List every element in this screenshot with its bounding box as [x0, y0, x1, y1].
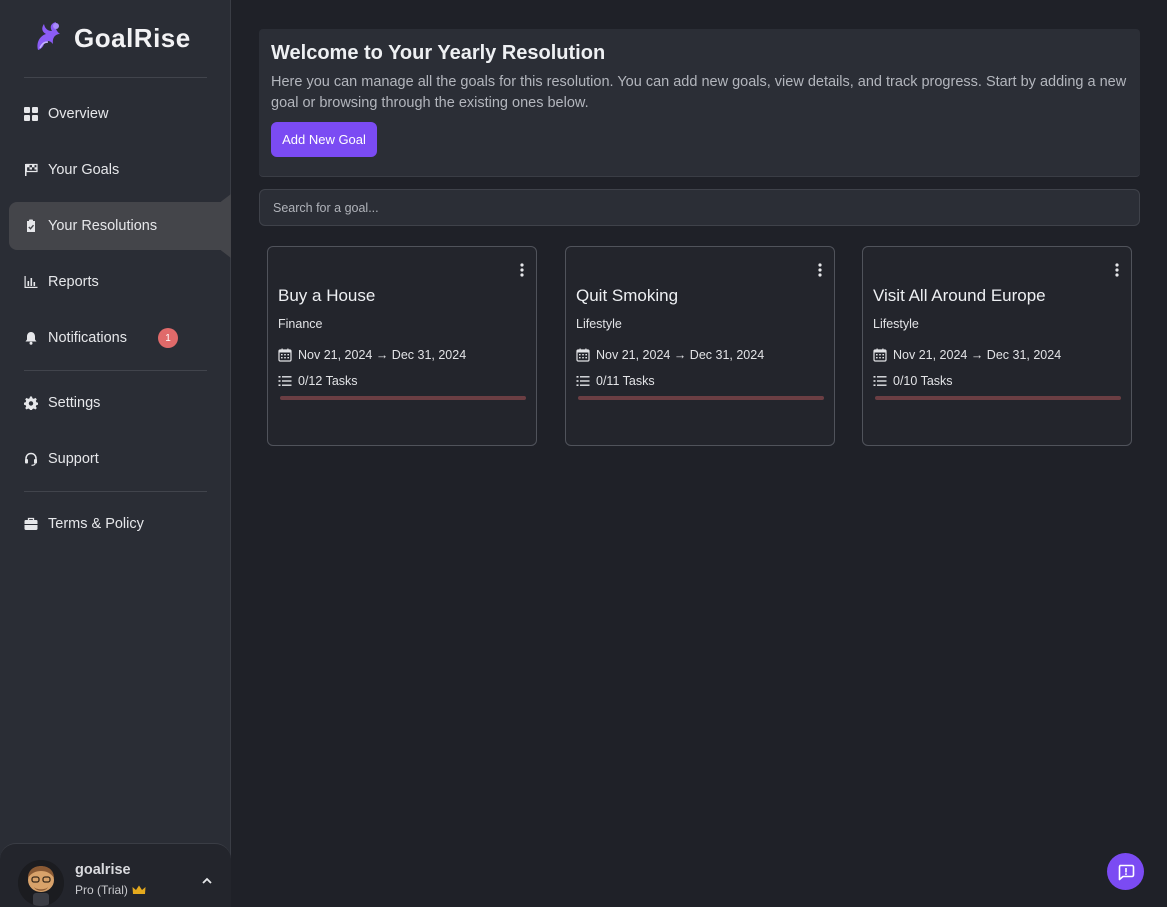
brand-name: GoalRise — [74, 22, 191, 53]
goal-title: Quit Smoking — [576, 286, 679, 305]
sidebar-item-settings[interactable]: Settings — [9, 379, 230, 427]
bell-icon — [23, 330, 39, 346]
flag-icon — [23, 162, 39, 178]
goal-progress-bar — [578, 396, 824, 400]
sidebar-item-your-goals[interactable]: Your Goals — [9, 146, 230, 194]
goal-card[interactable]: Buy a House Finance Nov 21, 2024 → Dec 3… — [267, 246, 537, 446]
goal-category: Lifestyle — [576, 317, 622, 331]
main-content: Welcome to Your Yearly Resolution Here y… — [231, 0, 1167, 907]
clipboard-check-icon — [23, 218, 39, 234]
sidebar-item-label: Notifications — [48, 330, 127, 346]
list-icon — [873, 376, 887, 386]
goal-title: Visit All Around Europe — [873, 286, 1046, 305]
welcome-panel: Welcome to Your Yearly Resolution Here y… — [259, 29, 1140, 177]
list-icon — [576, 376, 590, 386]
grid-icon — [23, 106, 39, 122]
sidebar-item-label: Support — [48, 451, 99, 467]
divider — [24, 491, 207, 492]
user-profile-card[interactable]: goalrise Pro (Trial) — [0, 843, 231, 907]
sidebar-item-label: Terms & Policy — [48, 516, 144, 532]
goal-progress-bar — [280, 396, 526, 400]
goal-title: Buy a House — [278, 286, 376, 305]
sidebar-item-your-resolutions[interactable]: Your Resolutions — [9, 202, 230, 250]
page-title: Welcome to Your Yearly Resolution — [271, 42, 606, 64]
crown-icon — [132, 885, 146, 894]
sidebar-item-notifications[interactable]: Notifications 1 — [9, 314, 230, 362]
divider — [24, 370, 207, 371]
gear-icon — [23, 395, 39, 411]
sidebar: GoalRise Overview Your Goals Your Resolu… — [0, 0, 231, 907]
welcome-description: Here you can manage all the goals for th… — [271, 74, 1127, 111]
sidebar-item-support[interactable]: Support — [9, 435, 230, 483]
list-icon — [278, 376, 292, 386]
goal-dates: Nov 21, 2024 → Dec 31, 2024 — [893, 348, 1062, 362]
goal-dates: Nov 21, 2024 → Dec 31, 2024 — [298, 348, 467, 362]
goal-date-row: Nov 21, 2024 → Dec 31, 2024 — [873, 348, 1061, 362]
goal-tasks-row: 0/12 Tasks — [278, 374, 358, 388]
calendar-icon — [278, 348, 292, 362]
goalrise-logo-icon — [37, 22, 60, 50]
goal-dates: Nov 21, 2024 → Dec 31, 2024 — [596, 348, 765, 362]
goal-card[interactable]: Visit All Around Europe Lifestyle Nov 21… — [862, 246, 1132, 446]
more-options-icon[interactable] — [518, 262, 526, 278]
user-name: goalrise — [75, 862, 131, 878]
user-plan-label: Pro (Trial) — [75, 883, 128, 897]
divider — [24, 77, 207, 78]
chevron-up-icon[interactable] — [200, 874, 214, 888]
goal-category: Lifestyle — [873, 317, 919, 331]
more-options-icon[interactable] — [1113, 262, 1121, 278]
add-new-goal-button[interactable]: Add New Goal — [271, 122, 377, 157]
search-input[interactable] — [259, 189, 1140, 226]
briefcase-icon — [23, 516, 39, 532]
goal-date-row: Nov 21, 2024 → Dec 31, 2024 — [278, 348, 466, 362]
bar-chart-icon — [23, 274, 39, 290]
sidebar-item-terms-policy[interactable]: Terms & Policy — [9, 500, 230, 548]
sidebar-item-reports[interactable]: Reports — [9, 258, 230, 306]
goal-card[interactable]: Quit Smoking Lifestyle Nov 21, 2024 → De… — [565, 246, 835, 446]
sidebar-item-label: Reports — [48, 274, 99, 290]
sidebar-item-label: Your Resolutions — [48, 218, 158, 234]
calendar-icon — [873, 348, 887, 362]
goal-tasks: 0/11 Tasks — [596, 374, 655, 388]
avatar — [18, 860, 64, 906]
user-plan: Pro (Trial) — [75, 883, 146, 897]
brand[interactable]: GoalRise — [30, 20, 191, 56]
more-options-icon[interactable] — [816, 262, 824, 278]
goal-progress-bar — [875, 396, 1121, 400]
goal-tasks: 0/12 Tasks — [298, 374, 358, 388]
sidebar-item-label: Settings — [48, 395, 101, 411]
goal-tasks: 0/10 Tasks — [893, 374, 953, 388]
goal-tasks-row: 0/10 Tasks — [873, 374, 953, 388]
chat-alert-icon — [1118, 864, 1134, 880]
sidebar-item-label: Your Goals — [48, 162, 120, 178]
goal-tasks-row: 0/11 Tasks — [576, 374, 655, 388]
goal-date-row: Nov 21, 2024 → Dec 31, 2024 — [576, 348, 764, 362]
headset-icon — [23, 451, 39, 467]
feedback-chat-button[interactable] — [1107, 853, 1144, 890]
notification-count-badge: 1 — [157, 328, 178, 348]
sidebar-item-overview[interactable]: Overview — [9, 90, 230, 138]
sidebar-item-label: Overview — [48, 106, 109, 122]
calendar-icon — [576, 348, 590, 362]
goal-category: Finance — [278, 317, 323, 331]
